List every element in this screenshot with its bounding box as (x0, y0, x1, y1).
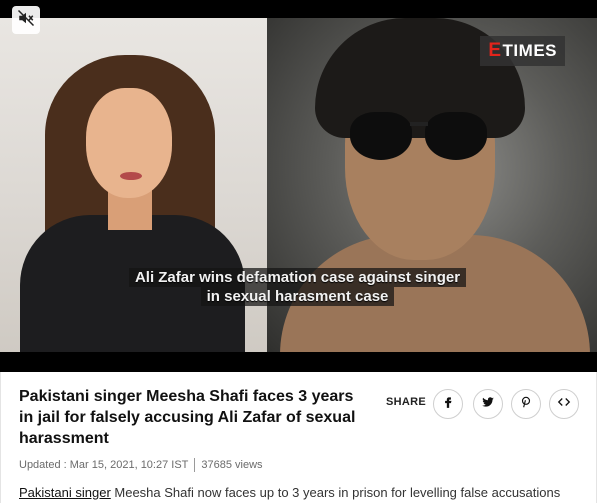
video-caption: Ali Zafar wins defamation case against s… (100, 268, 495, 306)
updated-timestamp: Updated : Mar 15, 2021, 10:27 IST (19, 459, 189, 471)
article-meta: Updated : Mar 15, 2021, 10:27 IST 37685 … (19, 458, 263, 472)
view-count: 37685 views (201, 459, 263, 471)
brand-suffix: TIMES (502, 41, 557, 60)
etimes-logo: E TIMES (480, 36, 565, 66)
brand-prefix: E (488, 40, 502, 61)
video-bottom-bar (0, 352, 597, 372)
mute-button[interactable] (12, 6, 40, 34)
video-player[interactable]: E TIMES Ali Zafar wins defamation case a… (0, 0, 597, 372)
woman-lips-shape (120, 172, 142, 180)
lead-topic-link[interactable]: Pakistani singer (19, 485, 111, 500)
pinterest-icon (519, 395, 533, 414)
caption-line-2: in sexual harasment case (200, 287, 395, 306)
meta-divider (194, 458, 196, 472)
video-top-bar (0, 0, 597, 18)
facebook-icon (441, 395, 455, 414)
share-label: SHARE (386, 396, 427, 408)
sunglasses-right-lens (425, 112, 487, 160)
twitter-icon (481, 395, 495, 414)
embed-share-button[interactable] (549, 389, 579, 419)
sunglasses-left-lens (350, 112, 412, 160)
sunglasses-bridge (410, 122, 428, 126)
article-title: Pakistani singer Meesha Shafi faces 3 ye… (19, 388, 356, 447)
speaker-muted-icon (17, 9, 35, 32)
caption-line-1: Ali Zafar wins defamation case against s… (128, 268, 467, 287)
article-header: Pakistani singer Meesha Shafi faces 3 ye… (0, 372, 597, 503)
pinterest-share-button[interactable] (511, 389, 541, 419)
article-lead: Pakistani singer Meesha Shafi now faces … (19, 485, 589, 500)
woman-face-shape (86, 88, 172, 198)
embed-code-icon (556, 395, 572, 414)
twitter-share-button[interactable] (473, 389, 503, 419)
lead-text: Meesha Shafi now faces up to 3 years in … (110, 485, 561, 500)
facebook-share-button[interactable] (433, 389, 463, 419)
